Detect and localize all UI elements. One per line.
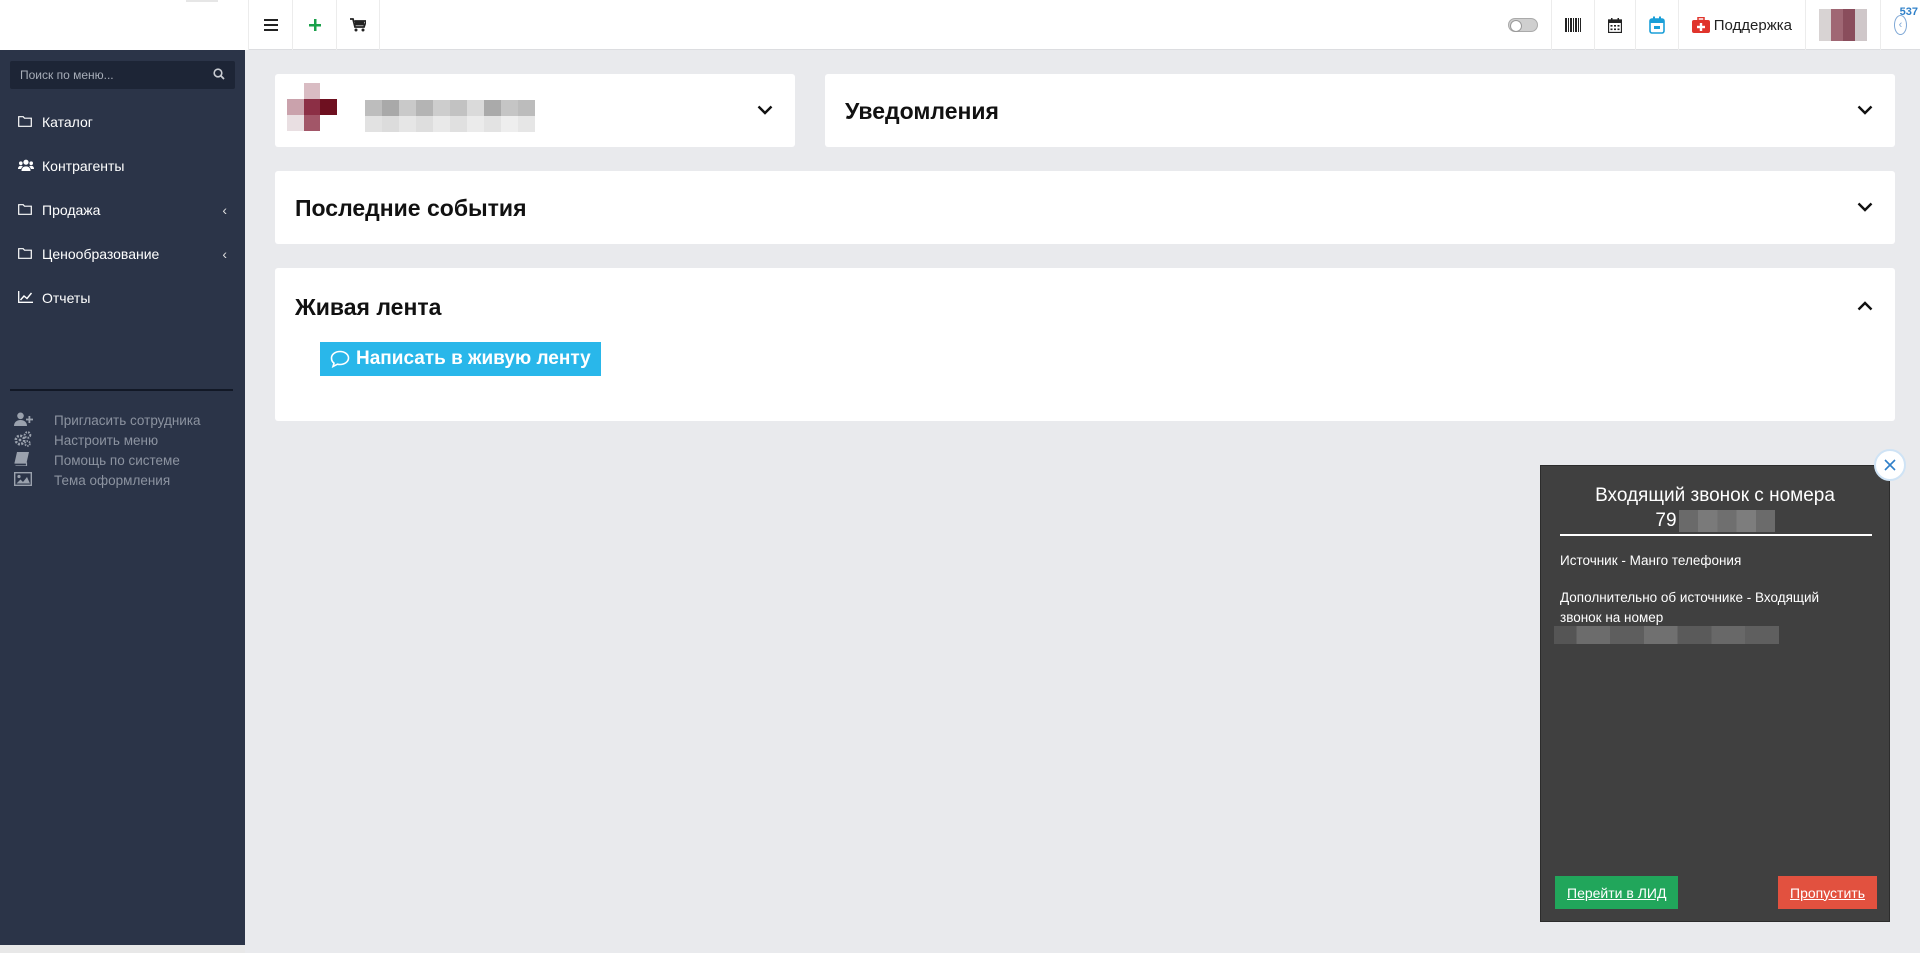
call-number-redacted: [1678, 510, 1775, 532]
call-source: Источник - Манго телефония: [1560, 553, 1742, 568]
sidebar-menu: Каталог Контрагенты Продажа ‹ Ценообразо…: [0, 100, 245, 320]
company-name-redacted: [365, 100, 535, 132]
notifications-card: Уведомления: [825, 74, 1895, 147]
call-divider: [1560, 534, 1872, 536]
company-logo: [287, 83, 337, 131]
write-to-feed-button[interactable]: Написать в живую ленту: [320, 342, 601, 376]
sidebar-scroll-strip: [0, 945, 245, 953]
toolbar-left: [248, 0, 380, 50]
tool-label: Пригласить сотрудника: [54, 412, 201, 428]
support-label: Поддержка: [1713, 16, 1792, 34]
call-extra-info: Дополнительно об источнике - Входящий зв…: [1560, 590, 1820, 625]
write-to-feed-label: Написать в живую ленту: [356, 348, 591, 369]
barcode-icon: [1564, 18, 1581, 32]
toolbar-right: Поддержка ‹ 537: [1495, 0, 1920, 50]
incoming-call-popup: Входящий звонок с номера 79 Источник - М…: [1540, 465, 1890, 922]
call-target-number-redacted: [1554, 626, 1779, 644]
users-icon: [18, 159, 42, 174]
calendar-button[interactable]: [1593, 0, 1635, 50]
top-bar: Поддержка ‹ 537: [0, 0, 1920, 50]
sidebar-item-catalog[interactable]: Каталог: [0, 100, 245, 144]
chevron-down-icon[interactable]: [1855, 100, 1875, 120]
menu-search: [10, 61, 235, 89]
book-icon: [14, 451, 54, 469]
sidebar-item-label: Каталог: [42, 114, 93, 130]
notification-count: 537: [1899, 6, 1918, 18]
chevron-left-icon: ‹: [222, 246, 227, 262]
avatar: [1819, 9, 1867, 41]
theme-link[interactable]: Тема оформления: [13, 470, 201, 490]
chevron-left-icon: ‹: [222, 202, 227, 218]
chevron-down-icon[interactable]: [755, 100, 775, 120]
menu-toggle-button[interactable]: [248, 0, 292, 50]
chevron-up-icon[interactable]: [1855, 296, 1875, 316]
go-to-lead-button[interactable]: Перейти в ЛИД: [1555, 876, 1679, 909]
toggle-switch-icon: [1507, 18, 1538, 32]
sidebar-divider: [10, 389, 233, 391]
barcode-button[interactable]: [1550, 0, 1594, 50]
sidebar: Каталог Контрагенты Продажа ‹ Ценообразо…: [0, 50, 245, 953]
sidebar-item-label: Ценообразование: [42, 246, 160, 262]
menu-icon: [263, 19, 278, 31]
call-title: Входящий звонок с номера: [1595, 485, 1835, 506]
folder-icon: [18, 115, 42, 130]
help-link[interactable]: Помощь по системе: [14, 450, 201, 470]
add-button[interactable]: [292, 0, 336, 50]
sidebar-item-sales[interactable]: Продажа ‹: [0, 188, 245, 232]
folder-icon: [18, 247, 42, 262]
call-number-prefix: 79: [1655, 510, 1677, 531]
cogs-icon: [14, 430, 54, 450]
recent-events-card: Последние события: [275, 171, 1895, 244]
notifications-title: Уведомления: [845, 98, 999, 124]
search-icon[interactable]: [213, 67, 225, 83]
apps-button[interactable]: [1634, 0, 1678, 50]
calendar-icon: [1607, 17, 1622, 33]
live-feed-card: Живая лента Написать в живую ленту: [275, 268, 1895, 421]
user-plus-icon: [14, 412, 54, 429]
sidebar-item-label: Продажа: [42, 202, 101, 218]
tool-label: Помощь по системе: [54, 452, 180, 468]
close-icon[interactable]: [1874, 449, 1906, 481]
menu-search-input[interactable]: [20, 68, 213, 82]
theme-toggle[interactable]: [1495, 0, 1551, 50]
sidebar-item-label: Контрагенты: [42, 158, 125, 174]
chart-line-icon: [18, 290, 42, 306]
notifications-button[interactable]: ‹ 537: [1880, 0, 1920, 50]
cart-button[interactable]: [336, 0, 380, 50]
history-icon: ‹: [1894, 15, 1907, 35]
first-aid-icon: [1691, 17, 1710, 33]
recent-events-title: Последние события: [295, 195, 527, 221]
folder-icon: [18, 203, 42, 218]
live-feed-title: Живая лента: [295, 294, 442, 320]
call-number: 79: [1541, 510, 1889, 532]
tool-label: Настроить меню: [54, 432, 159, 448]
plus-icon: [308, 19, 321, 31]
configure-menu-link[interactable]: Настроить меню: [14, 430, 201, 450]
sidebar-item-counterparties[interactable]: Контрагенты: [0, 144, 245, 188]
skip-call-button[interactable]: Пропустить: [1778, 876, 1877, 909]
tool-label: Тема оформления: [54, 472, 171, 488]
image-icon: [13, 471, 54, 489]
cart-icon: [350, 18, 366, 32]
sidebar-item-reports[interactable]: Отчеты: [0, 276, 245, 320]
company-card: [275, 74, 795, 147]
chevron-down-icon[interactable]: [1855, 197, 1875, 217]
logo-area: [0, 0, 248, 50]
sidebar-tools: Пригласить сотрудника Настроить меню Пом…: [13, 410, 201, 490]
sidebar-item-label: Отчеты: [42, 290, 91, 306]
logo-placeholder: [186, 0, 218, 2]
invite-employee-link[interactable]: Пригласить сотрудника: [14, 410, 201, 430]
user-menu-button[interactable]: [1805, 0, 1880, 50]
comment-icon: [330, 350, 350, 368]
sidebar-item-pricing[interactable]: Ценообразование ‹: [0, 232, 245, 276]
support-button[interactable]: Поддержка: [1677, 0, 1805, 50]
app-calendar-icon: [1648, 16, 1665, 34]
